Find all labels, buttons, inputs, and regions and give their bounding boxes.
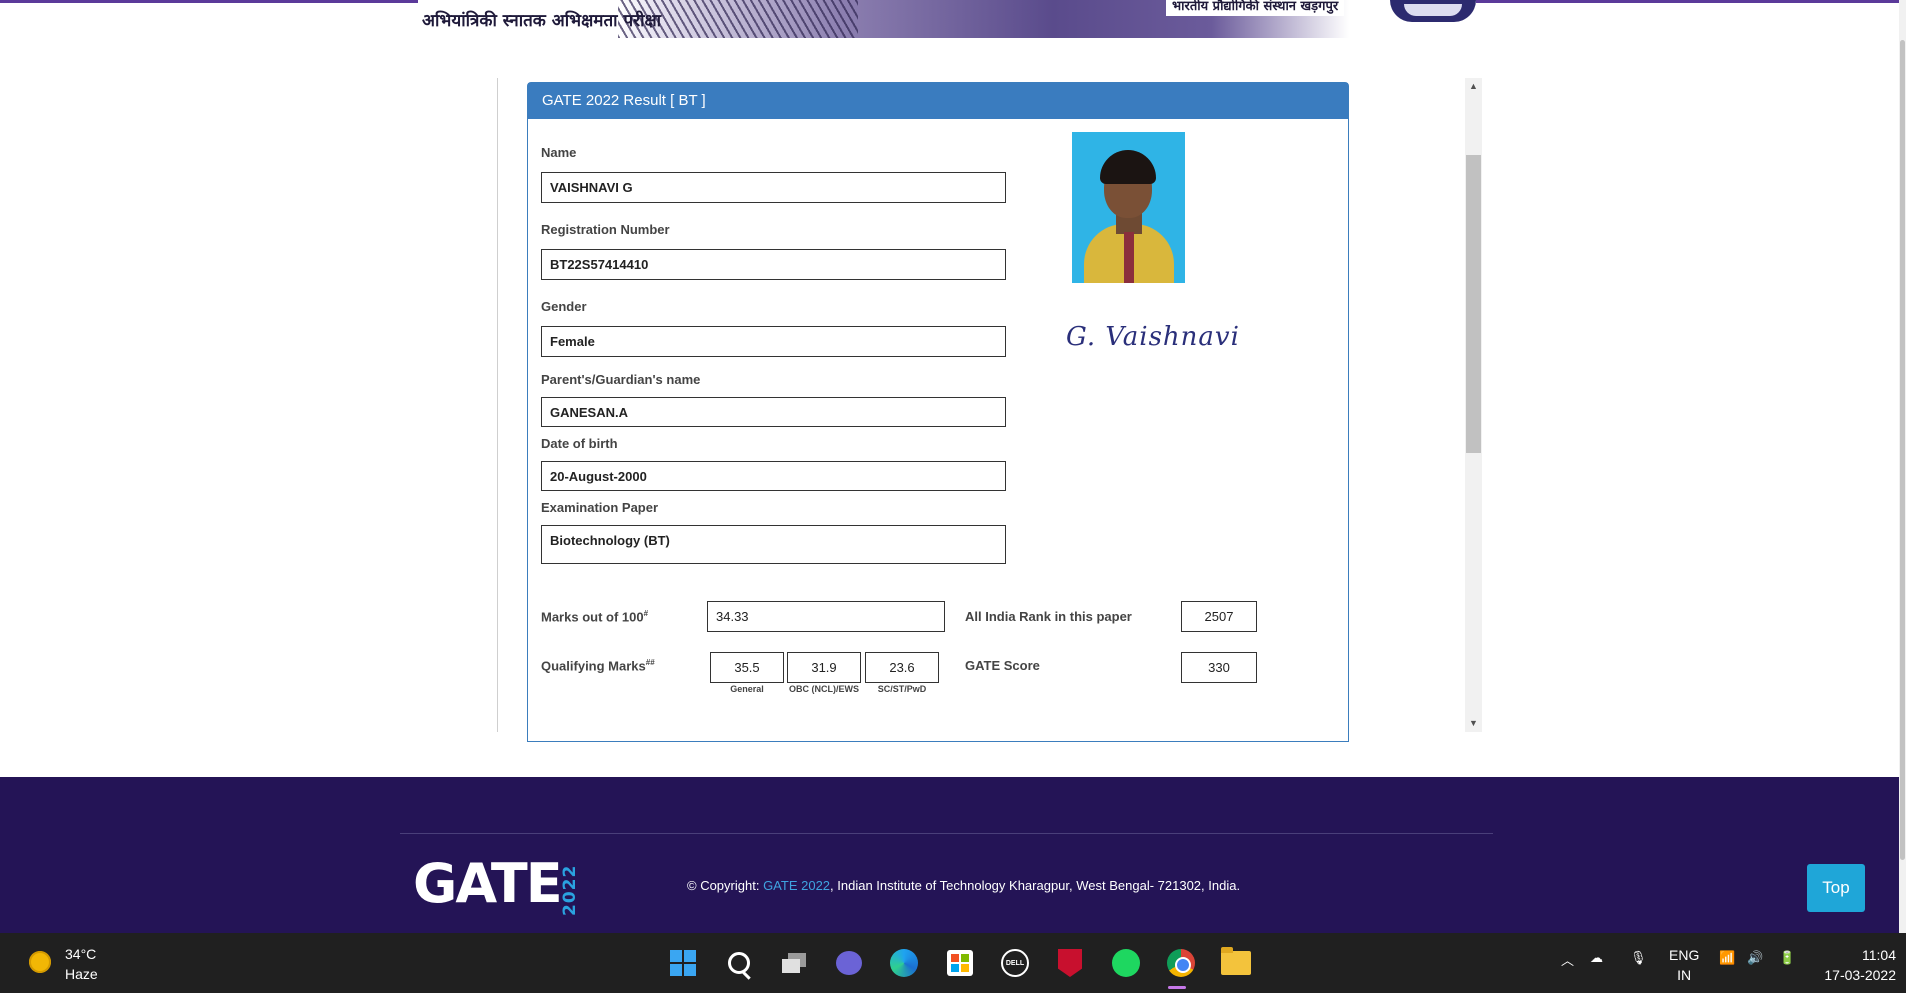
gender-field: Female — [541, 326, 1006, 357]
language-indicator[interactable]: ENG IN — [1669, 945, 1699, 985]
marks-field: 34.33 — [707, 601, 945, 632]
page-scrollbar-thumb[interactable] — [1900, 40, 1905, 860]
footer-divider — [400, 833, 1493, 834]
windows-start-icon[interactable] — [668, 948, 698, 978]
wifi-icon[interactable]: 📶 — [1719, 950, 1735, 966]
file-explorer-icon[interactable] — [1221, 947, 1251, 978]
paper-label: Examination Paper — [541, 500, 659, 515]
rank-label: All India Rank in this paper — [965, 609, 1132, 624]
search-icon[interactable] — [724, 948, 754, 978]
result-panel-title: GATE 2022 Result [ BT ] — [528, 83, 1348, 119]
parent-field: GANESAN.A — [541, 397, 1006, 427]
volume-icon[interactable]: 🔊 — [1747, 950, 1763, 966]
qualifying-marks-label: Qualifying Marks## — [541, 658, 655, 674]
back-to-top-button[interactable]: Top — [1807, 864, 1865, 912]
copyright-link[interactable]: GATE 2022 — [763, 878, 830, 893]
marks-label: Marks out of 100# — [541, 609, 649, 625]
parent-label: Parent's/Guardian's name — [541, 372, 701, 387]
paper-field: Biotechnology (BT) — [541, 525, 1006, 564]
gate-score-field: 330 — [1181, 652, 1257, 683]
obc-caption: OBC (NCL)/EWS — [789, 684, 859, 694]
name-label: Name — [541, 145, 577, 160]
task-view-icon[interactable] — [779, 948, 809, 978]
frame-scrollbar-thumb[interactable] — [1466, 155, 1481, 453]
weather-condition[interactable]: Haze — [65, 966, 98, 982]
candidate-signature: G. Vaishnavi — [1066, 322, 1240, 352]
gender-label: Gender — [541, 299, 587, 314]
scroll-up-arrow-icon[interactable]: ▲ — [1465, 78, 1482, 95]
candidate-photo — [1072, 132, 1185, 283]
show-hidden-icons-chevron-icon[interactable]: ︿ — [1561, 950, 1574, 969]
sc-caption: SC/ST/PwD — [877, 684, 927, 694]
gate-logo-year: 2022 — [560, 864, 580, 916]
name-field: VAISHNAVI G — [541, 172, 1006, 203]
onedrive-cloud-icon[interactable]: ☁ — [1590, 950, 1603, 966]
qualifying-obc-field: 31.9 — [787, 652, 861, 683]
dob-label: Date of birth — [541, 436, 618, 451]
registration-field: BT22S57414410 — [541, 249, 1006, 280]
gate-logo: GATE — [413, 852, 563, 915]
spotify-icon[interactable] — [1111, 948, 1141, 978]
battery-icon[interactable]: 🔋 — [1779, 950, 1795, 966]
header-banner: अभियांत्रिकी स्नातक अभिक्षमता परीक्षा भा… — [418, 0, 1476, 38]
banner-title-hindi: अभियांत्रिकी स्नातक अभिक्षमता परीक्षा — [422, 11, 662, 31]
qualifying-sc-field: 23.6 — [865, 652, 939, 683]
iit-logo — [1390, 0, 1476, 22]
chrome-icon[interactable] — [1166, 948, 1196, 978]
gate-score-label: GATE Score — [965, 658, 1040, 673]
microphone-icon[interactable]: 🎙 — [1630, 950, 1647, 966]
copyright-text: © Copyright: GATE 2022, Indian Institute… — [687, 878, 1241, 893]
dell-icon[interactable]: DELL — [1000, 948, 1030, 978]
registration-label: Registration Number — [541, 222, 670, 237]
banner-institute-hindi: भारतीय प्रौद्योगिकी संस्थान खड़गपुर — [1166, 0, 1345, 16]
edge-browser-icon[interactable] — [889, 948, 919, 978]
weather-temperature[interactable]: 34°C — [65, 946, 96, 962]
qualifying-general-field: 35.5 — [710, 652, 784, 683]
general-caption: General — [730, 684, 764, 694]
microsoft-store-icon[interactable] — [945, 948, 975, 978]
dob-field: 20-August-2000 — [541, 461, 1006, 491]
scroll-down-arrow-icon[interactable]: ▼ — [1465, 715, 1482, 732]
rank-field: 2507 — [1181, 601, 1257, 632]
clock[interactable]: 11:04 17-03-2022 — [1818, 945, 1896, 985]
teams-chat-icon[interactable] — [834, 948, 864, 978]
chrome-active-indicator — [1168, 986, 1186, 989]
weather-sun-icon[interactable] — [29, 951, 51, 973]
site-footer — [0, 777, 1899, 933]
mcafee-icon[interactable] — [1055, 948, 1085, 978]
